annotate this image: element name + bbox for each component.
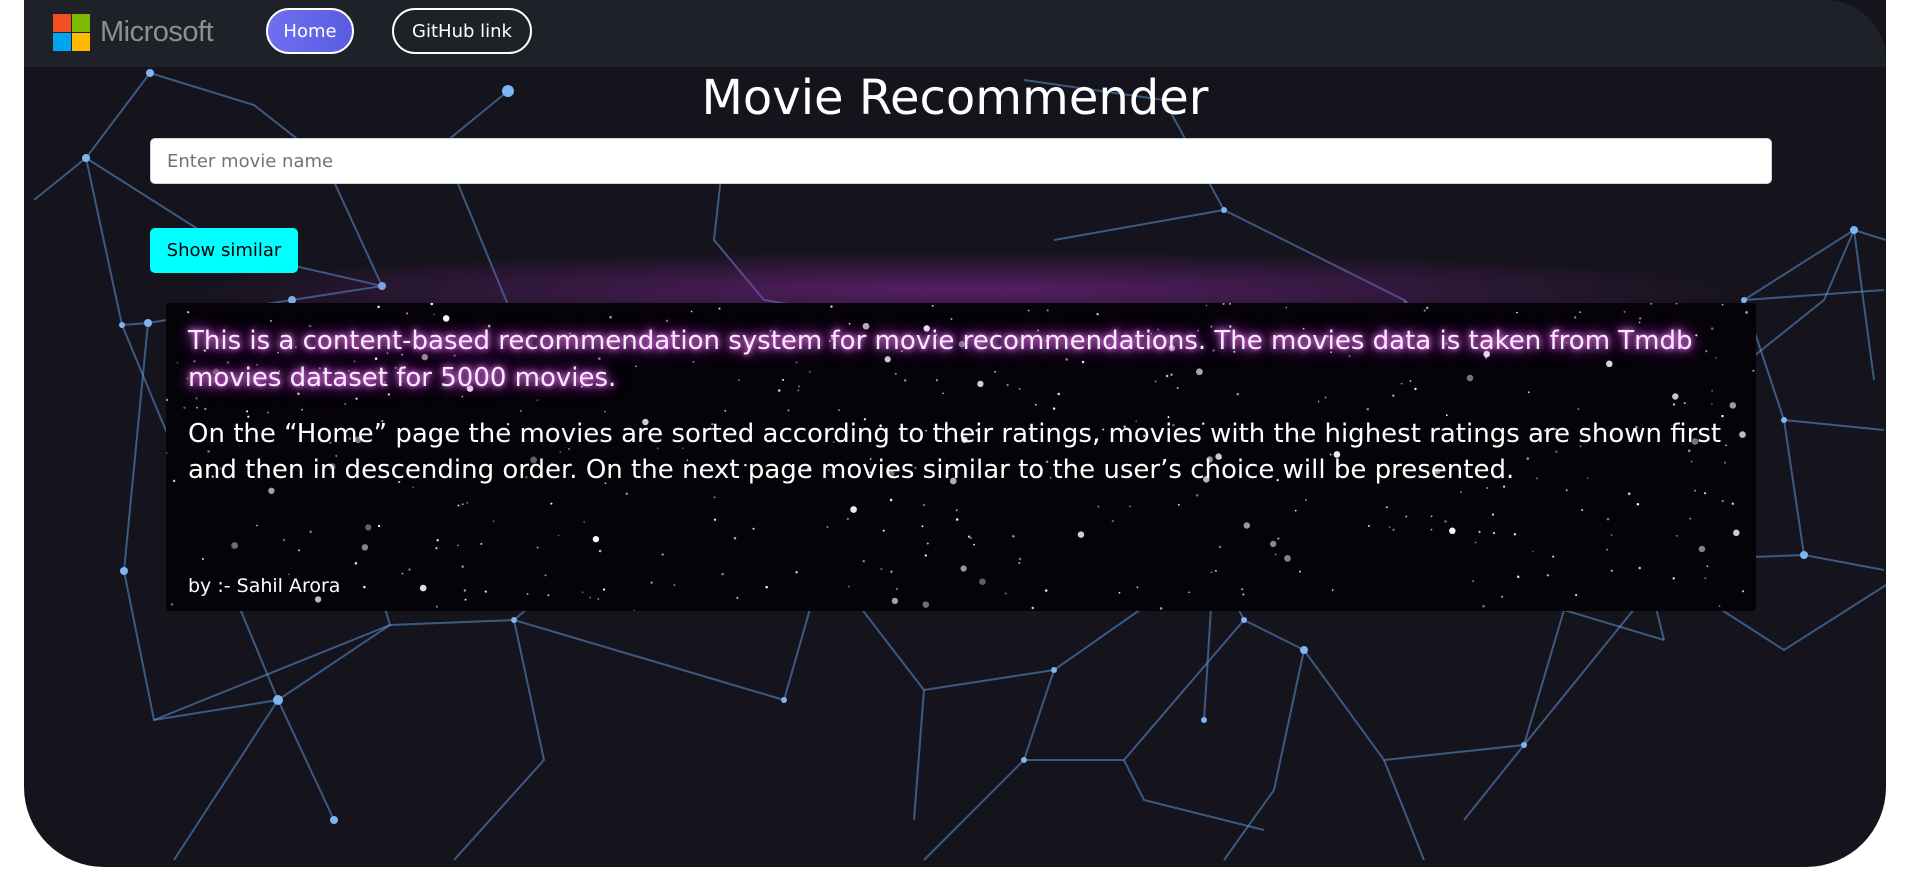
description-paragraph-1: This is a content-based recommendation s… (188, 326, 1693, 393)
author-byline: by :- Sahil Arora (188, 575, 341, 597)
home-button[interactable]: Home (266, 8, 354, 54)
navbar: Microsoft Home GitHub link (24, 0, 1886, 67)
info-card: This is a content-based recommendation s… (166, 303, 1756, 611)
github-link-button[interactable]: GitHub link (392, 8, 532, 54)
app-frame: Microsoft Home GitHub link Movie Recomme… (24, 0, 1886, 867)
microsoft-squares-icon (53, 14, 90, 51)
description-paragraph-2: On the “Home” page the movies are sorted… (188, 419, 1722, 485)
page-title: Movie Recommender (701, 70, 1209, 126)
microsoft-logo[interactable]: Microsoft (53, 14, 214, 51)
movie-search-input[interactable] (150, 138, 1772, 184)
logo-text: Microsoft (100, 16, 214, 48)
